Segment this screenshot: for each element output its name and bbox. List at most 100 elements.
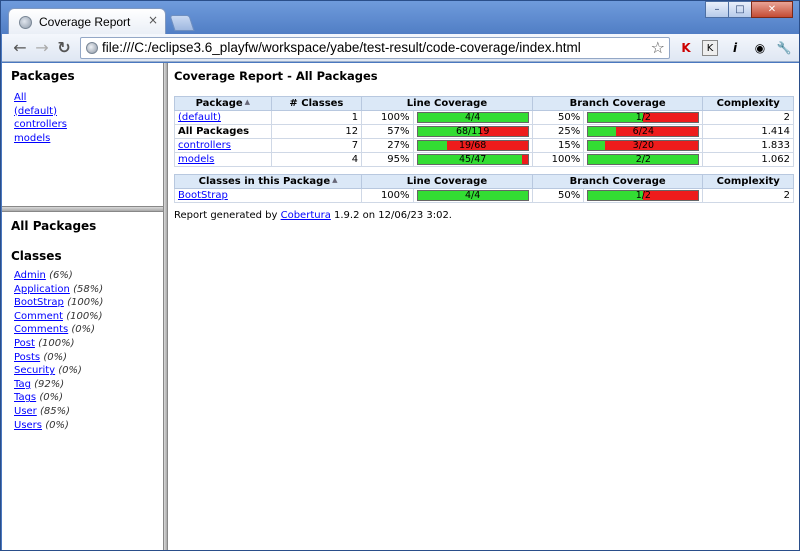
branch-coverage-pct: 15% — [531, 138, 585, 153]
package-link[interactable]: (default) — [14, 106, 57, 117]
coverage-bar-label: 4/4 — [465, 190, 481, 201]
coverage-bar: 6/24 — [587, 126, 700, 137]
class-link[interactable]: Tag — [14, 379, 31, 390]
packages-table-header: Package ▲ # Classes Line Coverage Branch … — [174, 96, 794, 111]
package-name-cell: models — [174, 152, 272, 167]
header-branch-coverage[interactable]: Branch Coverage — [531, 174, 704, 189]
branch-coverage-pct: 50% — [531, 110, 585, 125]
line-coverage-pct: 57% — [361, 124, 414, 139]
cobertura-link[interactable]: Cobertura — [281, 210, 331, 221]
package-row: All Packages 12 57% 68/119 25% 6/24 1.414 — [174, 124, 794, 139]
class-link[interactable]: Application — [14, 284, 70, 295]
coverage-bar: 2/2 — [587, 154, 700, 165]
class-coverage-pct: (100%) — [66, 310, 103, 322]
coverage-bar-cell: 6/24 — [583, 124, 704, 139]
coverage-bar-cell: 1/2 — [583, 188, 704, 203]
package-row-name: All Packages — [178, 126, 250, 137]
header-branch-coverage[interactable]: Branch Coverage — [531, 96, 704, 111]
tab-close-icon[interactable]: × — [148, 13, 158, 27]
coverage-bar: 45/47 — [416, 154, 529, 165]
close-window-button[interactable]: ✕ — [751, 1, 793, 18]
class-list-item: Security (0%) — [11, 364, 163, 378]
extension-box-icon[interactable]: K — [702, 40, 718, 56]
class-name-cell: BootStrap — [173, 188, 363, 203]
class-link[interactable]: Tags — [14, 392, 36, 403]
header-package-label: Package — [195, 98, 243, 109]
header-complexity[interactable]: Complexity — [702, 96, 794, 111]
class-link[interactable]: Comment — [14, 311, 63, 322]
class-coverage-pct: (58%) — [73, 283, 104, 295]
coverage-bar: 4/4 — [416, 112, 529, 123]
class-link[interactable]: Post — [14, 338, 35, 349]
wrench-icon[interactable]: 🔧 — [776, 40, 792, 56]
class-list-item: Users (0%) — [11, 419, 163, 433]
class-count-cell: 12 — [270, 124, 363, 139]
class-coverage-pct: (0%) — [43, 351, 67, 363]
header-line-coverage[interactable]: Line Coverage — [361, 174, 533, 189]
vertical-frame-splitter[interactable] — [163, 63, 168, 550]
class-link[interactable]: Users — [14, 420, 42, 431]
packages-list: All (default) controllers models — [11, 91, 163, 145]
maximize-button[interactable]: □ — [728, 1, 752, 18]
header-classes-in-package[interactable]: Classes in this Package ▲ — [173, 174, 363, 189]
tab-coverage-report[interactable]: Coverage Report × — [8, 8, 166, 35]
package-name-cell: (default) — [174, 110, 272, 125]
complexity-cell: 2 — [702, 110, 794, 125]
class-link[interactable]: Security — [14, 365, 55, 376]
coverage-bar-cell: 4/4 — [412, 110, 533, 125]
coverage-bar-label: 45/47 — [458, 154, 487, 165]
package-row-link[interactable]: (default) — [178, 112, 221, 123]
class-coverage-pct: (0%) — [58, 365, 82, 377]
package-row-link[interactable]: models — [178, 154, 214, 165]
coverage-bar: 3/20 — [587, 140, 700, 151]
package-row-link[interactable]: controllers — [178, 140, 231, 151]
class-link[interactable]: BootStrap — [14, 297, 64, 308]
extension-info-icon[interactable]: i — [727, 40, 743, 56]
all-packages-heading: All Packages — [11, 219, 97, 233]
class-coverage-pct: (92%) — [34, 378, 65, 390]
class-link[interactable]: Posts — [14, 352, 40, 363]
forward-arrow-icon[interactable]: → — [32, 38, 52, 58]
package-link[interactable]: All — [14, 92, 26, 103]
coverage-bar: 1/2 — [587, 190, 700, 201]
extension-k-icon[interactable]: K — [678, 40, 694, 56]
new-tab-button[interactable] — [169, 15, 195, 31]
package-name-cell: All Packages — [174, 124, 272, 139]
url-text[interactable]: file:///C:/eclipse3.6_playfw/workspace/y… — [102, 40, 581, 55]
class-link[interactable]: Comments — [14, 324, 68, 335]
footer-prefix: Report generated by — [174, 210, 281, 221]
classes-list: Admin (6%) Application (58%) BootStrap (10… — [11, 269, 163, 432]
class-link[interactable]: User — [14, 406, 37, 417]
package-row: (default) 1 100% 4/4 50% 1/2 2 — [174, 110, 794, 125]
page-menu-icon[interactable]: ◉ — [752, 40, 768, 56]
class-link[interactable]: Admin — [14, 270, 46, 281]
package-link[interactable]: models — [14, 133, 50, 144]
header-complexity[interactable]: Complexity — [702, 174, 794, 189]
package-row: controllers 7 27% 19/68 15% 3/20 1.833 — [174, 138, 794, 153]
packages-frame: Packages All (default) controllers models — [2, 63, 163, 206]
bookmark-star-icon[interactable]: ☆ — [651, 38, 665, 57]
line-coverage-pct: 100% — [361, 188, 414, 203]
window-controls: – □ ✕ — [705, 1, 793, 19]
coverage-bar-label: 2/2 — [635, 154, 651, 165]
address-bar[interactable]: file:///C:/eclipse3.6_playfw/workspace/y… — [80, 37, 670, 59]
complexity-cell: 1.062 — [702, 152, 794, 167]
package-list-item: controllers — [11, 118, 163, 132]
browser-window: Coverage Report × – □ ✕ ← → ↻ file:///C:… — [0, 0, 800, 551]
class-row-link[interactable]: BootStrap — [178, 190, 228, 201]
sort-icon[interactable]: ▲ — [332, 176, 337, 184]
package-name-cell: controllers — [174, 138, 272, 153]
packages-title: Packages — [11, 69, 75, 83]
line-coverage-pct: 100% — [361, 110, 414, 125]
package-link[interactable]: controllers — [14, 119, 67, 130]
reload-icon[interactable]: ↻ — [54, 38, 74, 58]
minimize-button[interactable]: – — [705, 1, 729, 18]
coverage-bar-label: 68/119 — [455, 126, 490, 137]
package-list-item: models — [11, 132, 163, 146]
sort-icon[interactable]: ▲ — [245, 98, 250, 106]
header-package[interactable]: Package ▲ — [174, 96, 272, 111]
header-line-coverage[interactable]: Line Coverage — [361, 96, 533, 111]
back-arrow-icon[interactable]: ← — [10, 38, 30, 58]
header-classes[interactable]: # Classes — [270, 96, 363, 111]
classes-heading: Classes — [11, 249, 62, 263]
